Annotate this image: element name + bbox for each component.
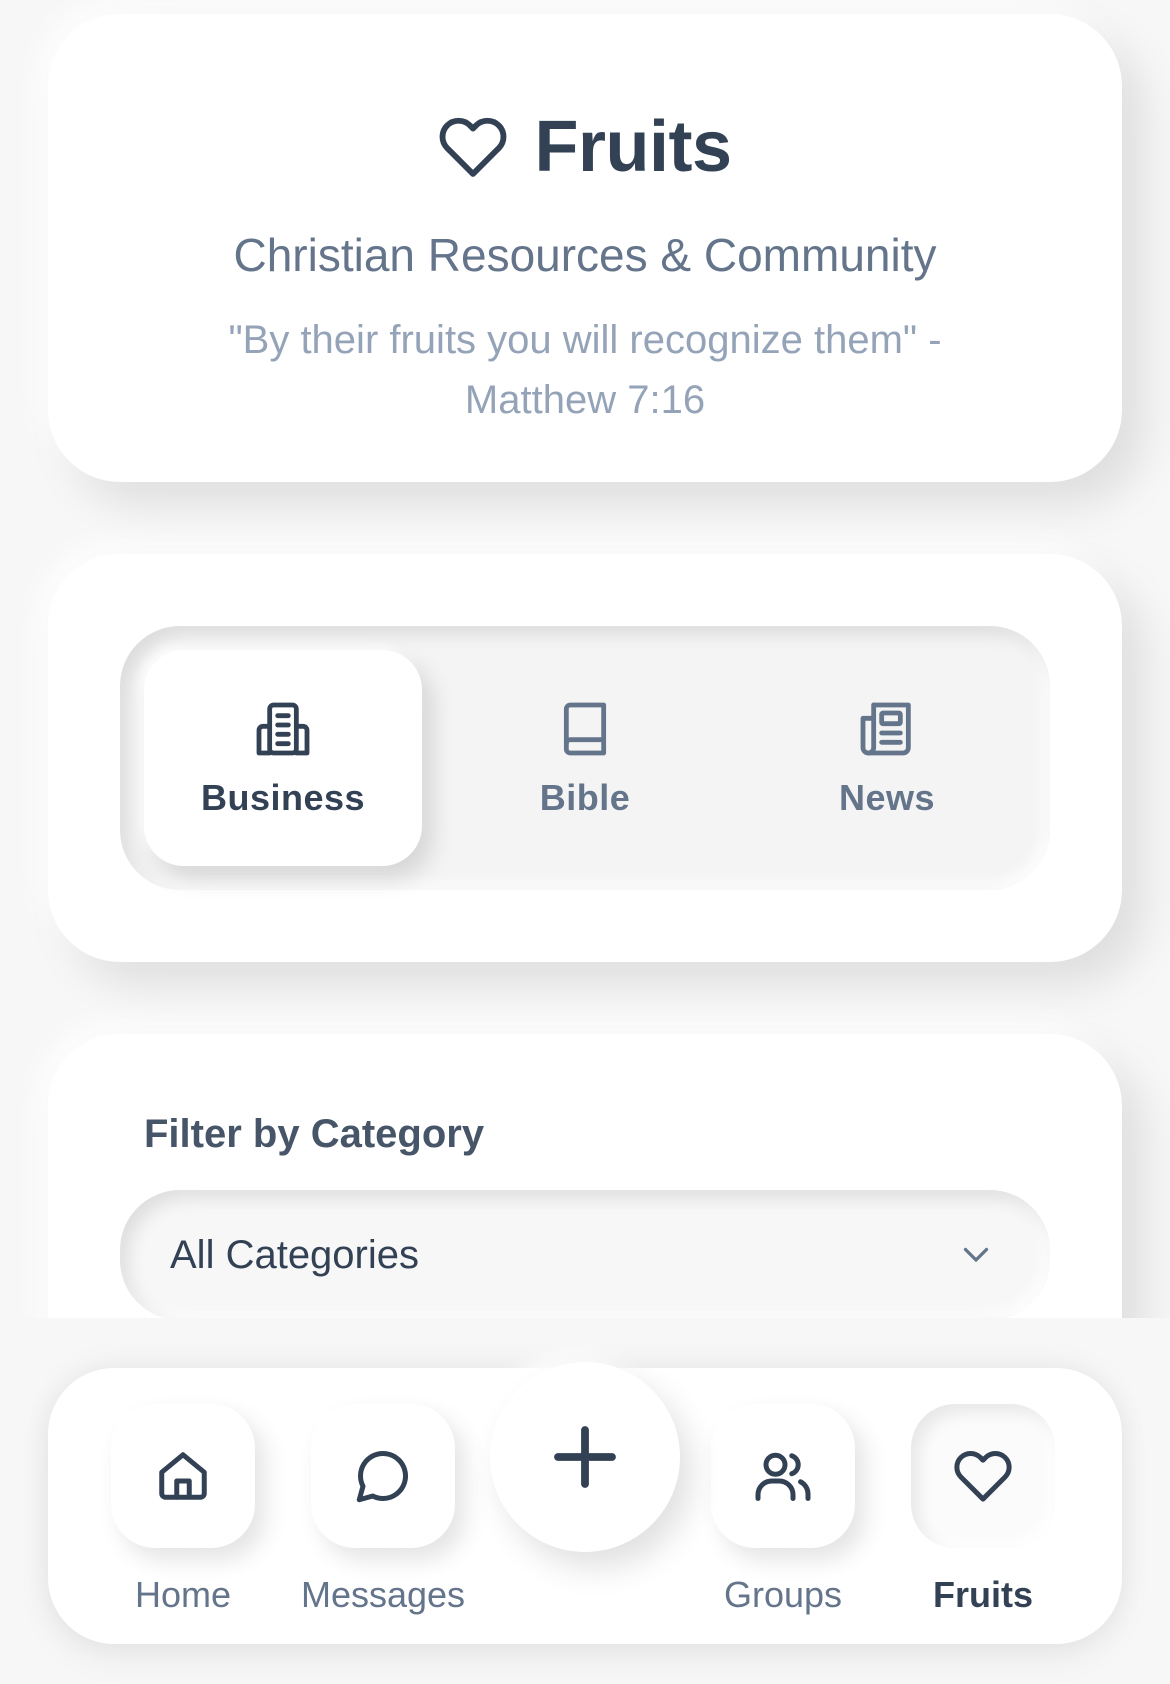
nav-groups[interactable]: Groups <box>693 1404 873 1624</box>
scripture-quote: "By their fruits you will recognize them… <box>228 318 942 422</box>
users-icon <box>755 1452 811 1501</box>
book-icon <box>563 702 607 756</box>
page-title: Fruits <box>534 107 732 187</box>
nav-home[interactable]: Home <box>93 1404 273 1624</box>
resource-tabs-card: Business Bible News <box>48 554 1122 962</box>
filter-title: Filter by Category <box>144 1112 485 1156</box>
page-subtitle: Christian Resources & Community <box>233 229 937 281</box>
nav-fruits-button[interactable] <box>911 1404 1055 1548</box>
nav-messages[interactable]: Messages <box>293 1404 473 1624</box>
home-icon <box>159 1452 207 1500</box>
tab-bible-label: Bible <box>539 777 631 818</box>
tab-business[interactable]: Business <box>144 650 422 866</box>
building-icon <box>256 702 310 756</box>
nav-messages-label: Messages <box>300 1574 466 1615</box>
nav-groups-button[interactable] <box>711 1404 855 1548</box>
page: Fruits Christian Resources & Community "… <box>0 0 1170 1684</box>
plus-icon <box>554 1426 616 1488</box>
heart-icon <box>954 1451 1012 1502</box>
segmented-control: Business Bible News <box>120 626 1050 890</box>
tab-news-label: News <box>838 777 936 818</box>
nav-messages-button[interactable] <box>311 1404 455 1548</box>
header-card: Fruits Christian Resources & Community "… <box>48 14 1122 482</box>
tab-bible[interactable]: Bible <box>446 650 724 866</box>
chevron-down-icon <box>963 1247 989 1262</box>
create-button[interactable] <box>490 1362 680 1552</box>
nav-home-button[interactable] <box>111 1404 255 1548</box>
tab-news[interactable]: News <box>748 650 1026 866</box>
newspaper-icon <box>860 702 911 756</box>
nav-fruits-label: Fruits <box>932 1574 1033 1615</box>
category-select-value: All Categories <box>170 1232 420 1277</box>
tab-business-label: Business <box>200 777 366 818</box>
nav-groups-label: Groups <box>723 1574 843 1615</box>
heart-icon <box>438 112 508 182</box>
category-select[interactable]: All Categories <box>120 1190 1050 1320</box>
nav-home-label: Home <box>134 1574 232 1615</box>
brand-row: Fruits <box>48 106 1122 188</box>
message-icon <box>356 1450 409 1503</box>
nav-fruits[interactable]: Fruits <box>893 1404 1073 1624</box>
